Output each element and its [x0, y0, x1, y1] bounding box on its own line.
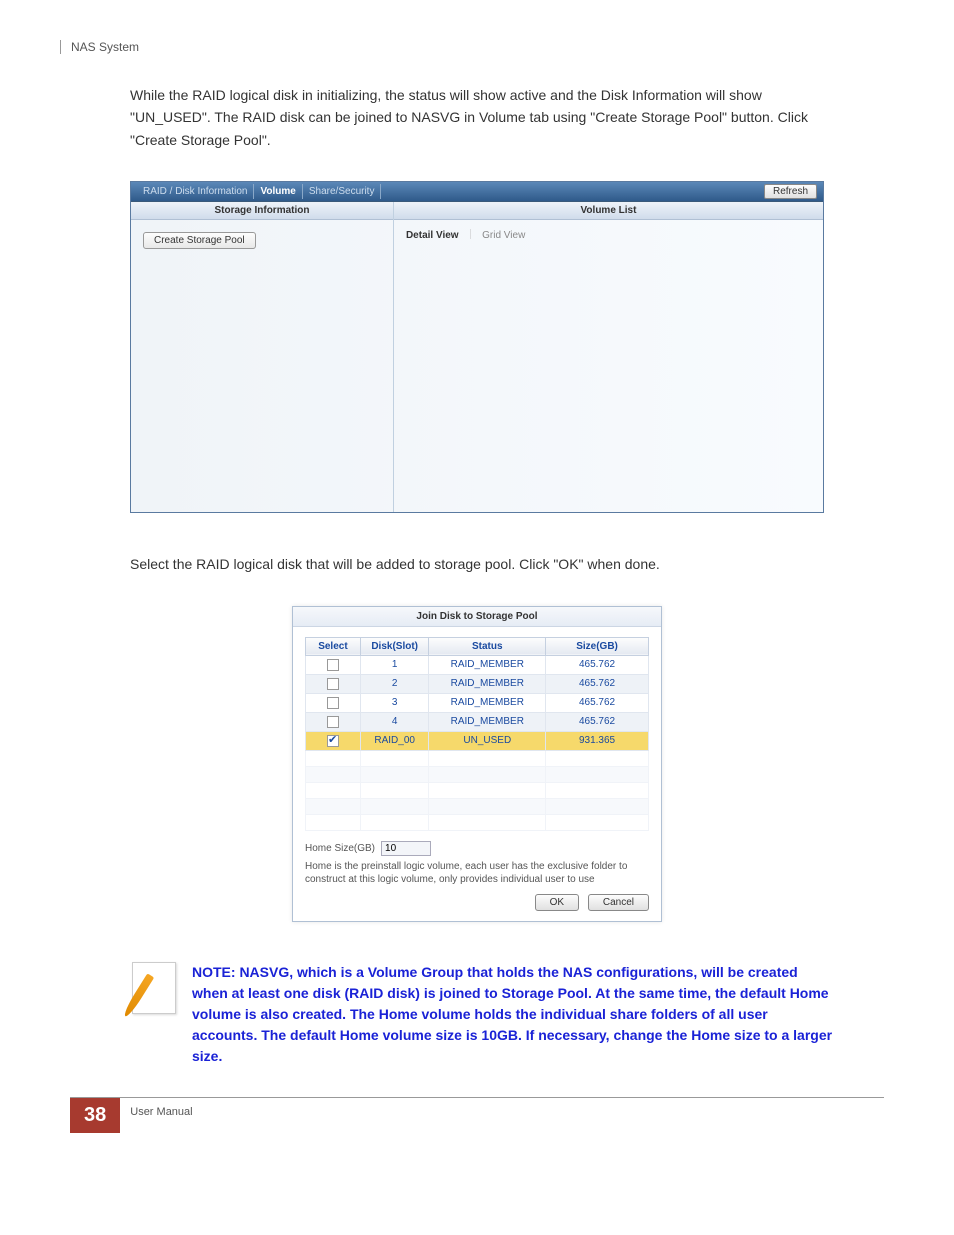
table-row-selected: RAID_00 UN_USED 931.365 [306, 731, 649, 750]
create-storage-pool-button[interactable]: Create Storage Pool [143, 232, 256, 249]
ok-button[interactable]: OK [535, 894, 579, 911]
note-text: NOTE: NASVG, which is a Volume Group tha… [192, 962, 834, 1067]
cancel-button[interactable]: Cancel [588, 894, 649, 911]
raid-panel: RAID / Disk Information Volume Share/Sec… [130, 181, 824, 513]
col-select: Select [306, 637, 361, 655]
home-size-label: Home Size(GB) [305, 843, 375, 854]
home-note: Home is the preinstall logic volume, eac… [305, 860, 649, 886]
join-disk-dialog: Join Disk to Storage Pool Select Disk(Sl… [292, 606, 662, 922]
col-disk: Disk(Slot) [360, 637, 429, 655]
home-size-input[interactable] [381, 841, 431, 856]
page-header: NAS System [60, 40, 894, 54]
row-checkbox[interactable] [327, 678, 339, 690]
detail-view-tab[interactable]: Detail View [402, 230, 463, 241]
table-row: 2 RAID_MEMBER 465.762 [306, 674, 649, 693]
storage-information-header: Storage Information [131, 202, 393, 220]
col-status: Status [429, 637, 546, 655]
row-checkbox[interactable] [327, 735, 339, 747]
page-footer: 38 User Manual [70, 1097, 884, 1133]
page-number: 38 [70, 1098, 120, 1133]
note-block: NOTE: NASVG, which is a Volume Group tha… [120, 962, 834, 1067]
paragraph-1: While the RAID logical disk in initializ… [130, 84, 824, 151]
table-row: 3 RAID_MEMBER 465.762 [306, 693, 649, 712]
dialog-title: Join Disk to Storage Pool [293, 607, 661, 627]
col-size: Size(GB) [546, 637, 649, 655]
disk-table: Select Disk(Slot) Status Size(GB) 1 RAID… [305, 637, 649, 831]
tab-volume[interactable]: Volume [254, 184, 302, 199]
grid-view-tab[interactable]: Grid View [478, 230, 529, 241]
volume-list-header: Volume List [394, 202, 823, 220]
refresh-button[interactable]: Refresh [764, 184, 817, 199]
table-row: 1 RAID_MEMBER 465.762 [306, 655, 649, 674]
row-checkbox[interactable] [327, 659, 339, 671]
table-row: 4 RAID_MEMBER 465.762 [306, 712, 649, 731]
tab-raid-disk-info[interactable]: RAID / Disk Information [137, 184, 254, 199]
panel-tabbar: RAID / Disk Information Volume Share/Sec… [131, 182, 823, 202]
row-checkbox[interactable] [327, 697, 339, 709]
tab-share-security[interactable]: Share/Security [303, 184, 382, 199]
footer-label: User Manual [120, 1098, 202, 1133]
row-checkbox[interactable] [327, 716, 339, 728]
header-title: NAS System [71, 40, 139, 54]
paragraph-2: Select the RAID logical disk that will b… [130, 553, 824, 575]
note-icon [120, 962, 176, 1018]
